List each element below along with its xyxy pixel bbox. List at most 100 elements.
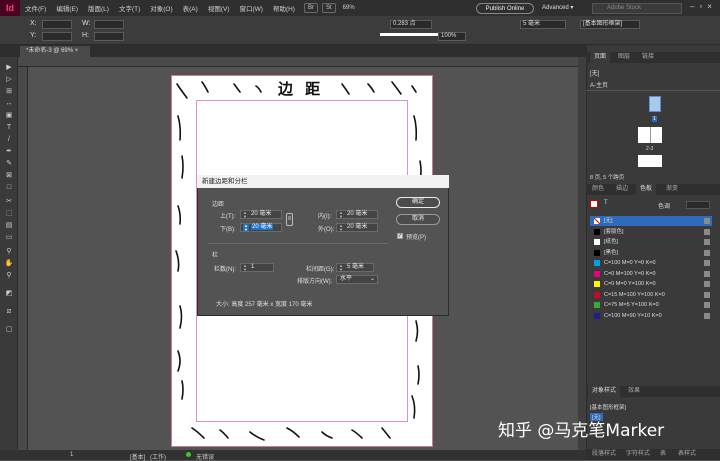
window-controls[interactable]: –▫× xyxy=(690,2,717,11)
stepper-icon[interactable]: ▲ ▼ xyxy=(243,211,247,219)
pen-tool-icon[interactable]: ✒ xyxy=(3,147,15,157)
menu-view[interactable]: 视图(V) xyxy=(203,3,235,13)
bridge-button[interactable]: Br xyxy=(303,3,318,13)
stepper-icon[interactable]: ▲ ▼ xyxy=(339,264,343,272)
stepper-icon[interactable]: ▲ ▼ xyxy=(243,224,249,231)
text-format-icon[interactable]: T xyxy=(604,200,608,206)
stroke-type-line[interactable] xyxy=(380,33,440,36)
direct-selection-tool-icon[interactable]: ▷ xyxy=(3,75,15,85)
content-collector-icon[interactable]: ▣ xyxy=(3,111,15,121)
scissors-tool-icon[interactable]: ✂ xyxy=(3,197,15,207)
ok-button[interactable]: 确定 xyxy=(396,197,440,208)
gradient-tool-icon[interactable]: ▤ xyxy=(3,221,15,231)
y-field[interactable] xyxy=(42,32,72,41)
menu-layout[interactable]: 版面(L) xyxy=(83,3,114,13)
page-thumbnail-spread[interactable] xyxy=(638,155,662,167)
menu-type[interactable]: 文字(T) xyxy=(114,3,145,13)
fill-stroke-icon[interactable] xyxy=(590,200,598,208)
horizontal-ruler[interactable] xyxy=(18,57,578,67)
swatch-row[interactable]: C=75 M=5 Y=100 K=0 xyxy=(590,300,712,310)
column-count-field[interactable]: ▲ ▼ 1 xyxy=(240,263,274,272)
page-tool-icon[interactable]: ⊞ xyxy=(3,87,15,97)
bottom-margin-field[interactable]: ▲ ▼ 20 毫米 xyxy=(240,223,282,232)
fill-stroke-swatch-icon[interactable]: ◩ xyxy=(3,289,15,299)
menu-window[interactable]: 窗口(W) xyxy=(234,3,267,13)
publish-online-button[interactable]: Publish Online xyxy=(476,3,534,14)
type-tool-icon[interactable]: T xyxy=(3,123,15,133)
menu-help[interactable]: 帮助(H) xyxy=(268,3,300,13)
page-number-field[interactable]: 1 xyxy=(70,452,73,458)
tab-gradient[interactable]: 渐变 xyxy=(662,184,682,195)
cancel-button[interactable]: 取消 xyxy=(396,214,440,225)
zoom-level[interactable]: 69% xyxy=(340,3,358,13)
page-thumbnail-3[interactable] xyxy=(650,127,662,143)
stepper-icon[interactable]: ▲ ▼ xyxy=(243,264,247,272)
tab-pages[interactable]: 页面 xyxy=(590,52,611,63)
workspace-switcher[interactable]: Advanced ▾ xyxy=(542,4,573,11)
swatch-row[interactable]: C=100 M=90 Y=10 K=0 xyxy=(590,311,712,321)
tab-character-styles[interactable]: 字符样式 xyxy=(622,449,654,460)
swatch-row[interactable]: C=100 M=0 Y=0 K=0 xyxy=(590,258,712,268)
tab-paragraph-styles[interactable]: 段落样式 xyxy=(588,449,620,460)
tab-table[interactable]: 表 xyxy=(656,449,670,460)
tab-color[interactable]: 颜色 xyxy=(588,184,608,195)
menu-object[interactable]: 对象(O) xyxy=(145,3,177,13)
tab-swatches[interactable]: 色板 xyxy=(636,184,657,195)
gutter-field[interactable]: 5 毫米 xyxy=(520,20,566,29)
menu-file[interactable]: 文件(F) xyxy=(20,3,51,13)
object-style-base[interactable]: [基本图形框架] xyxy=(590,403,626,411)
stock-button[interactable]: St xyxy=(321,3,336,13)
rectangle-tool-icon[interactable]: □ xyxy=(3,183,15,193)
free-transform-tool-icon[interactable]: ⬚ xyxy=(3,209,15,219)
swatch-row[interactable]: [黑色] xyxy=(590,248,712,258)
stroke-weight-field[interactable]: 0.283 点 xyxy=(390,20,432,29)
swatch-row[interactable]: C=15 M=100 Y=100 K=0 xyxy=(590,290,712,300)
apply-none-icon[interactable]: ⧄ xyxy=(3,307,15,317)
line-tool-icon[interactable]: / xyxy=(3,135,15,145)
pencil-tool-icon[interactable]: ✎ xyxy=(3,159,15,169)
tab-layers[interactable]: 图层 xyxy=(614,52,634,63)
selection-tool-icon[interactable]: ▶ xyxy=(3,63,15,73)
outside-margin-field[interactable]: ▲ ▼ 20 毫米 xyxy=(336,223,378,232)
stock-search-input[interactable]: Adobe Stock xyxy=(592,3,682,14)
x-field[interactable] xyxy=(42,20,72,29)
view-mode-icon[interactable]: ▢ xyxy=(3,325,15,335)
menu-table[interactable]: 表(A) xyxy=(178,3,203,13)
hand-tool-icon[interactable]: ✋ xyxy=(3,259,15,269)
link-icon[interactable]: 8 xyxy=(286,213,293,226)
h-field[interactable] xyxy=(94,32,124,41)
stepper-icon[interactable]: ▲ ▼ xyxy=(339,211,343,219)
gutter-field-dialog[interactable]: ▲ ▼ 5 毫米 xyxy=(336,263,374,272)
preview-checkbox[interactable]: ✓ xyxy=(397,233,403,239)
tab-object-styles[interactable]: 对象样式 xyxy=(588,386,621,397)
note-tool-icon[interactable]: ▭ xyxy=(3,233,15,243)
direction-select[interactable]: 水平 ⌄ xyxy=(336,275,378,284)
swatch-row[interactable]: [套版色] xyxy=(590,227,712,237)
page-thumbnail-2[interactable] xyxy=(638,127,650,143)
w-field[interactable] xyxy=(94,20,124,29)
swatch-row[interactable]: [无] xyxy=(590,216,712,226)
document-tab[interactable]: *未命名-3 @ 69% × xyxy=(20,46,90,57)
inside-margin-field[interactable]: ▲ ▼ 20 毫米 xyxy=(336,210,378,219)
none-master[interactable]: [无] xyxy=(590,68,599,77)
vertical-scrollbar[interactable] xyxy=(578,57,586,450)
tab-effects[interactable]: 效果 xyxy=(624,386,644,397)
tab-table-styles[interactable]: 表样式 xyxy=(674,449,700,460)
a-master[interactable]: A-主页 xyxy=(590,80,608,89)
swatch-row[interactable]: [纸色] xyxy=(590,237,712,247)
zoom-tool-icon[interactable]: ⚲ xyxy=(3,271,15,281)
menu-edit[interactable]: 编辑(E) xyxy=(51,3,83,13)
opacity-field[interactable]: 100% xyxy=(438,32,466,41)
object-style-select[interactable]: [基本图形框架] xyxy=(580,20,640,29)
stepper-icon[interactable]: ▲ ▼ xyxy=(339,224,343,232)
gap-tool-icon[interactable]: ↔ xyxy=(3,99,15,109)
tab-links[interactable]: 链接 xyxy=(638,52,658,63)
eyedropper-tool-icon[interactable]: ⚲ xyxy=(3,247,15,257)
rectangle-frame-tool-icon[interactable]: ⊠ xyxy=(3,171,15,181)
top-margin-field[interactable]: ▲ ▼ 20 毫米 xyxy=(240,210,282,219)
swatch-row[interactable]: C=0 M=0 Y=100 K=0 xyxy=(590,279,712,289)
tab-stroke[interactable]: 描边 xyxy=(612,184,632,195)
swatch-row[interactable]: C=0 M=100 Y=0 K=0 xyxy=(590,269,712,279)
tint-field[interactable] xyxy=(686,201,710,209)
vertical-ruler[interactable] xyxy=(18,67,28,450)
